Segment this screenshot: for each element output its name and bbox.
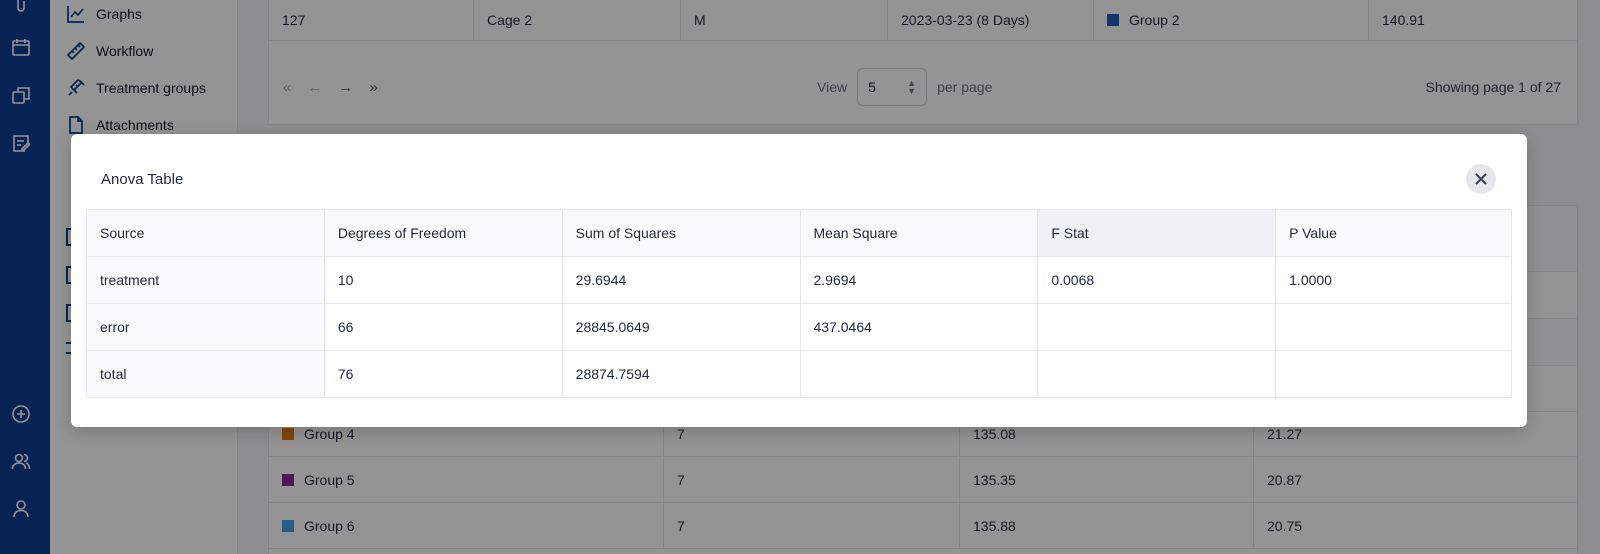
column-header-ss[interactable]: Sum of Squares (561, 209, 801, 257)
cell-ms (799, 350, 1039, 398)
cell-p-value: 1.0000 (1275, 256, 1512, 304)
cell-ms: 2.9694 (799, 256, 1039, 304)
table-row: total 76 28874.7594 (86, 350, 1512, 398)
cell-ss: 28874.7594 (561, 350, 801, 398)
table-header-row: Source Degrees of Freedom Sum of Squares… (86, 209, 1512, 257)
close-icon (1475, 173, 1487, 185)
cell-p-value (1275, 303, 1512, 351)
cell-df: 66 (323, 303, 563, 351)
modal-title: Anova Table (101, 171, 184, 188)
table-row: error 66 28845.0649 437.0464 (86, 303, 1512, 351)
cell-source: total (86, 350, 325, 398)
column-header-df[interactable]: Degrees of Freedom (323, 209, 563, 257)
cell-source: error (86, 303, 325, 351)
cell-ss: 29.6944 (561, 256, 801, 304)
anova-table: Source Degrees of Freedom Sum of Squares… (86, 209, 1512, 398)
cell-f-stat (1037, 350, 1277, 398)
cell-ss: 28845.0649 (561, 303, 801, 351)
anova-modal: Anova Table Source Degrees of Freedom Su… (71, 134, 1527, 427)
cell-df: 10 (323, 256, 563, 304)
cell-ms: 437.0464 (799, 303, 1039, 351)
table-row: treatment 10 29.6944 2.9694 0.0068 1.000… (86, 256, 1512, 304)
column-header-p-value[interactable]: P Value (1275, 209, 1512, 257)
column-header-ms[interactable]: Mean Square (799, 209, 1039, 257)
cell-f-stat: 0.0068 (1037, 256, 1277, 304)
cell-df: 76 (323, 350, 563, 398)
close-button[interactable] (1466, 164, 1496, 194)
cell-source: treatment (86, 256, 325, 304)
column-header-source[interactable]: Source (86, 209, 325, 257)
column-header-f-stat[interactable]: F Stat (1037, 209, 1277, 257)
cell-p-value (1275, 350, 1512, 398)
cell-f-stat (1037, 303, 1277, 351)
